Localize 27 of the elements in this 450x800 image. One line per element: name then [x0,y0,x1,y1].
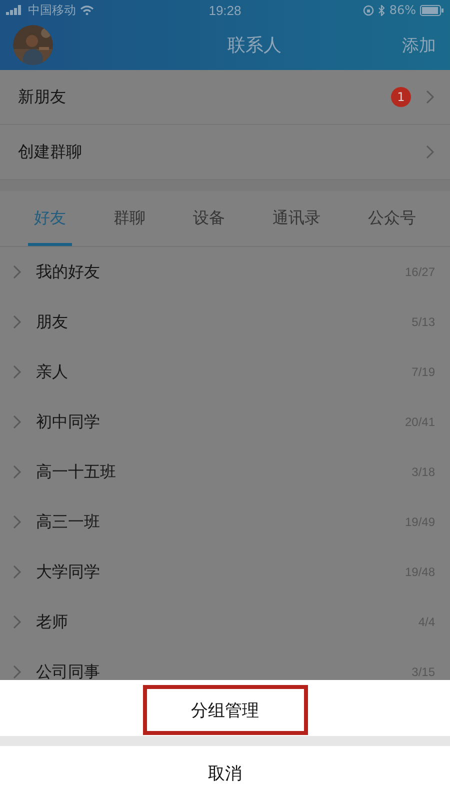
wifi-icon [80,5,94,15]
rotation-lock-icon [363,4,374,16]
menu-option[interactable]: 分组管理 [142,685,308,735]
status-time: 19:28 [208,2,242,18]
signal-icon [6,5,24,15]
tab[interactable]: 设备 [186,191,231,246]
chevron-right-icon [425,144,435,160]
battery-percent: 86% [389,3,416,17]
chevron-right-icon [12,314,22,330]
chevron-right-icon [12,664,22,680]
chevron-right-icon [12,264,22,280]
chevron-right-icon [425,89,435,105]
chevron-right-icon [12,514,22,530]
tab[interactable]: 公众号 [362,191,422,246]
chevron-right-icon [12,614,22,630]
tab[interactable]: 群聊 [107,191,152,246]
notification-badge: 1 [391,87,411,107]
battery-icon [420,4,444,16]
chevron-right-icon [12,414,22,430]
page-title: 联系人 [228,34,282,57]
bluetooth-icon [378,4,386,16]
carrier-name: 中国移动 [28,2,76,18]
chevron-right-icon [12,564,22,580]
chevron-right-icon [12,364,22,380]
tab[interactable]: 通讯录 [266,191,327,246]
add-button[interactable]: 添加 [398,30,440,60]
chevron-right-icon [12,464,22,480]
